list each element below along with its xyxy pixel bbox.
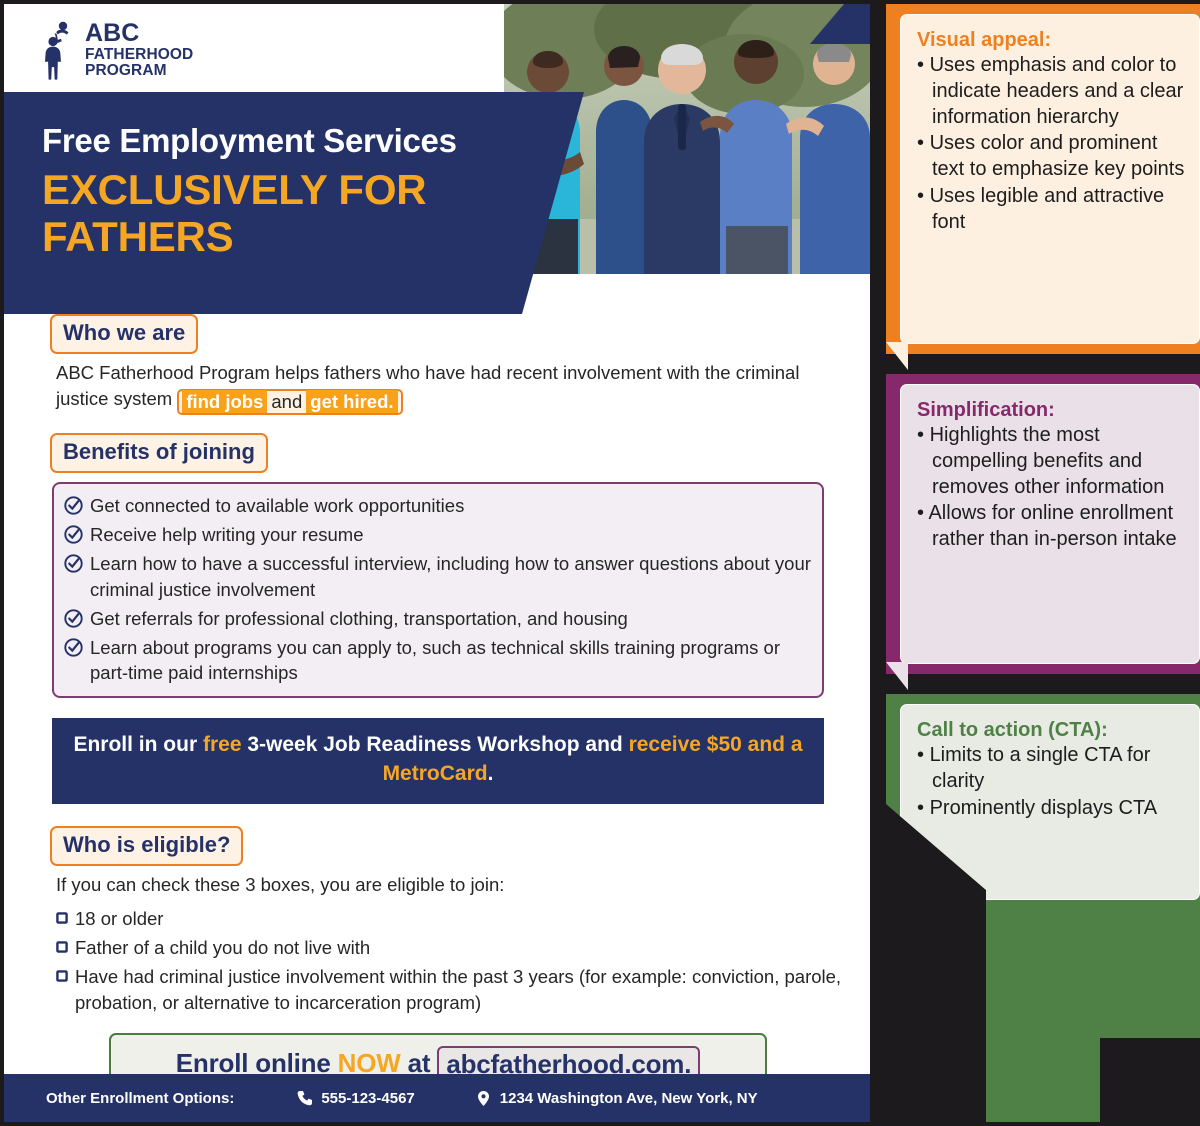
logo-line-1: ABC: [85, 19, 140, 48]
benefit-item: Get referrals for professional clothing,…: [64, 606, 812, 631]
flyer-footer: Other Enrollment Options: 555-123-4567 1…: [4, 1074, 870, 1122]
benefit-text: Receive help writing your resume: [90, 524, 364, 546]
annotation-bullet: Uses color and prominent text to emphasi…: [917, 131, 1185, 183]
eligibility-list: 18 or older Father of a child you do not…: [56, 906, 846, 1015]
annotation-bullet-list: Uses emphasis and color to indicate head…: [917, 53, 1185, 236]
who-we-are-paragraph: ABC Fatherhood Program helps fathers who…: [56, 360, 816, 416]
eligibility-item: Have had criminal justice involvement wi…: [56, 964, 846, 1014]
workshop-text-1: Enroll in our: [73, 733, 203, 757]
footer-phone[interactable]: 555-123-4567: [296, 1089, 415, 1107]
benefit-item: Learn about programs you can apply to, s…: [64, 635, 812, 685]
eligibility-item: 18 or older: [56, 906, 846, 931]
benefit-text: Learn about programs you can apply to, s…: [90, 636, 780, 684]
circle-check-icon: [64, 525, 83, 544]
eligibility-text: 18 or older: [75, 908, 164, 930]
annotation-bullet: Prominently displays CTA: [917, 796, 1185, 822]
highlight-conjunction: and: [271, 391, 303, 413]
hero-subtitle: Free Employment Services: [42, 122, 457, 159]
annotation-panel-simplification: Simplification: Highlights the most comp…: [886, 374, 1200, 674]
empty-checkbox-icon[interactable]: [56, 941, 68, 954]
eligibility-intro: If you can check these 3 boxes, you are …: [56, 874, 505, 896]
annotation-bullet: Limits to a single CTA for clarity: [917, 743, 1185, 795]
eligibility-text: Have had criminal justice involvement wi…: [75, 966, 842, 1013]
annotation-title: Call to action (CTA):: [917, 719, 1108, 741]
annotation-panel-call-to-action: Call to action (CTA): Limits to a single…: [886, 694, 1200, 1122]
circle-check-icon: [64, 554, 83, 574]
section-heading-eligibility: Who is eligible?: [50, 826, 244, 867]
benefit-item: Learn how to have a successful interview…: [64, 551, 812, 601]
brand-logo: ABC FATHERHOOD PROGRAM: [42, 20, 193, 80]
annotation-panel-visual-appeal: Visual appeal: Uses emphasis and color t…: [886, 4, 1200, 354]
empty-checkbox-icon[interactable]: [56, 970, 68, 983]
footer-phone-number: 555-123-4567: [321, 1089, 415, 1107]
father-lifting-child-icon: [45, 21, 69, 80]
eligibility-text: Father of a child you do not live with: [75, 937, 371, 959]
annotation-title: Simplification:: [917, 399, 1055, 421]
footer-address[interactable]: 1234 Washington Ave, New York, NY: [475, 1090, 758, 1107]
workshop-period: .: [487, 762, 494, 786]
benefits-box: Get connected to available work opportun…: [52, 482, 824, 699]
phone-icon: [297, 1090, 313, 1105]
annotation-card: Visual appeal: Uses emphasis and color t…: [900, 14, 1200, 344]
flyer-document: ABC FATHERHOOD PROGRAM Free Employment S…: [4, 4, 870, 1122]
workshop-free-word: free: [202, 733, 242, 757]
highlight-get-hired: get hired.: [306, 390, 398, 414]
highlight-group: find jobs and get hired.: [177, 389, 403, 416]
footer-label: Other Enrollment Options:: [46, 1089, 235, 1107]
annotation-card: Simplification: Highlights the most comp…: [900, 384, 1200, 664]
highlight-find-jobs: find jobs: [182, 390, 268, 414]
screenshot-root: ABC FATHERHOOD PROGRAM Free Employment S…: [0, 0, 1200, 1126]
workshop-text-2: 3-week Job Readiness Workshop and: [241, 733, 629, 757]
circle-check-icon: [64, 496, 83, 515]
logo-line-2: FATHERHOOD: [85, 45, 194, 63]
workshop-banner: Enroll in our free 3-week Job Readiness …: [52, 718, 824, 805]
benefit-text: Get referrals for professional clothing,…: [90, 607, 628, 629]
empty-checkbox-icon[interactable]: [56, 912, 68, 924]
logo-line-3: PROGRAM: [85, 61, 167, 79]
who-we-are-text: ABC Fatherhood Program helps fathers who…: [56, 362, 800, 410]
section-heading-benefits: Benefits of joining: [50, 433, 268, 474]
annotation-bullet: Allows for online enrollment rather than…: [917, 501, 1185, 553]
benefit-text: Get connected to available work opportun…: [90, 495, 465, 517]
flyer-body: Who we are ABC Fatherhood Program helps …: [4, 314, 870, 1099]
annotation-bullet: Highlights the most compelling benefits …: [917, 423, 1185, 500]
eligibility-item: Father of a child you do not live with: [56, 935, 846, 960]
annotation-bullet: Uses legible and attractive font: [917, 184, 1185, 236]
benefit-item: Get connected to available work opportun…: [64, 493, 812, 518]
annotation-bullet: Uses emphasis and color to indicate head…: [917, 53, 1185, 130]
section-heading-who-we-are: Who we are: [50, 314, 199, 354]
circle-check-icon: [64, 609, 83, 628]
map-pin-icon: [477, 1090, 489, 1106]
hero-title: EXCLUSIVELY FOR FATHERS: [42, 166, 427, 261]
annotation-card: Call to action (CTA): Limits to a single…: [900, 704, 1200, 900]
logo-wordmark: ABC FATHERHOOD PROGRAM: [85, 21, 193, 78]
annotation-bullet-list: Highlights the most compelling benefits …: [917, 423, 1185, 553]
footer-address-text: 1234 Washington Ave, New York, NY: [499, 1089, 758, 1107]
circle-check-icon: [64, 638, 83, 657]
annotation-bullet-list: Limits to a single CTA for clarity Promi…: [917, 743, 1185, 821]
benefit-text: Learn how to have a successful interview…: [90, 553, 811, 600]
annotation-title: Visual appeal:: [917, 29, 1052, 51]
benefit-item: Receive help writing your resume: [64, 522, 812, 547]
